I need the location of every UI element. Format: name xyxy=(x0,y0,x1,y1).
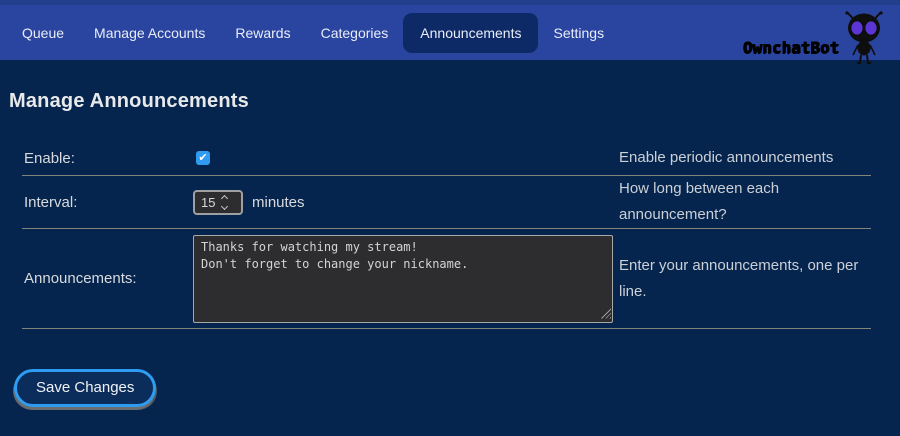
interval-input-box xyxy=(193,190,243,215)
announcements-control: Thanks for watching my stream! Don't for… xyxy=(193,235,613,323)
enable-help-text: Enable periodic announcements xyxy=(619,145,871,171)
nav-item-queue[interactable]: Queue xyxy=(7,13,79,53)
ownchatbot-logo: OwnchatBot xyxy=(743,5,888,65)
enable-control: ✔ xyxy=(193,151,619,165)
interval-input[interactable] xyxy=(195,195,221,210)
nav-item-rewards[interactable]: Rewards xyxy=(220,13,305,53)
stepper-down-icon[interactable] xyxy=(221,202,228,209)
interval-help-text: How long between each announcement? xyxy=(619,176,871,228)
enable-checkbox[interactable]: ✔ xyxy=(196,151,210,165)
stepper-up-icon[interactable] xyxy=(221,194,228,201)
nav-item-manage-accounts[interactable]: Manage Accounts xyxy=(79,13,220,53)
page-title: Manage Announcements xyxy=(9,90,900,113)
top-navbar: Queue Manage Accounts Rewards Categories… xyxy=(0,0,900,60)
logo-wordmark: OwnchatBot xyxy=(743,38,839,57)
announcements-textarea[interactable]: Thanks for watching my stream! Don't for… xyxy=(193,235,613,323)
interval-stepper[interactable] xyxy=(221,196,232,209)
nav-item-categories[interactable]: Categories xyxy=(306,13,404,53)
nav-item-settings[interactable]: Settings xyxy=(538,13,619,53)
enable-label: Enable: xyxy=(22,150,193,167)
interval-row: Interval: minutes How long between each … xyxy=(22,176,871,229)
announcements-form: Enable: ✔ Enable periodic announcements … xyxy=(22,141,871,329)
interval-label: Interval: xyxy=(22,194,193,211)
robot-mascot-icon xyxy=(840,11,888,65)
save-changes-button[interactable]: Save Changes xyxy=(14,369,156,407)
enable-row: Enable: ✔ Enable periodic announcements xyxy=(22,141,871,176)
announcements-label: Announcements: xyxy=(22,270,193,287)
nav-item-announcements[interactable]: Announcements xyxy=(403,13,538,53)
announcements-help-text: Enter your announcements, one per line. xyxy=(619,253,871,305)
announcements-row: Announcements: Thanks for watching my st… xyxy=(22,229,871,329)
interval-unit-label: minutes xyxy=(252,194,305,211)
interval-control: minutes xyxy=(193,190,619,215)
